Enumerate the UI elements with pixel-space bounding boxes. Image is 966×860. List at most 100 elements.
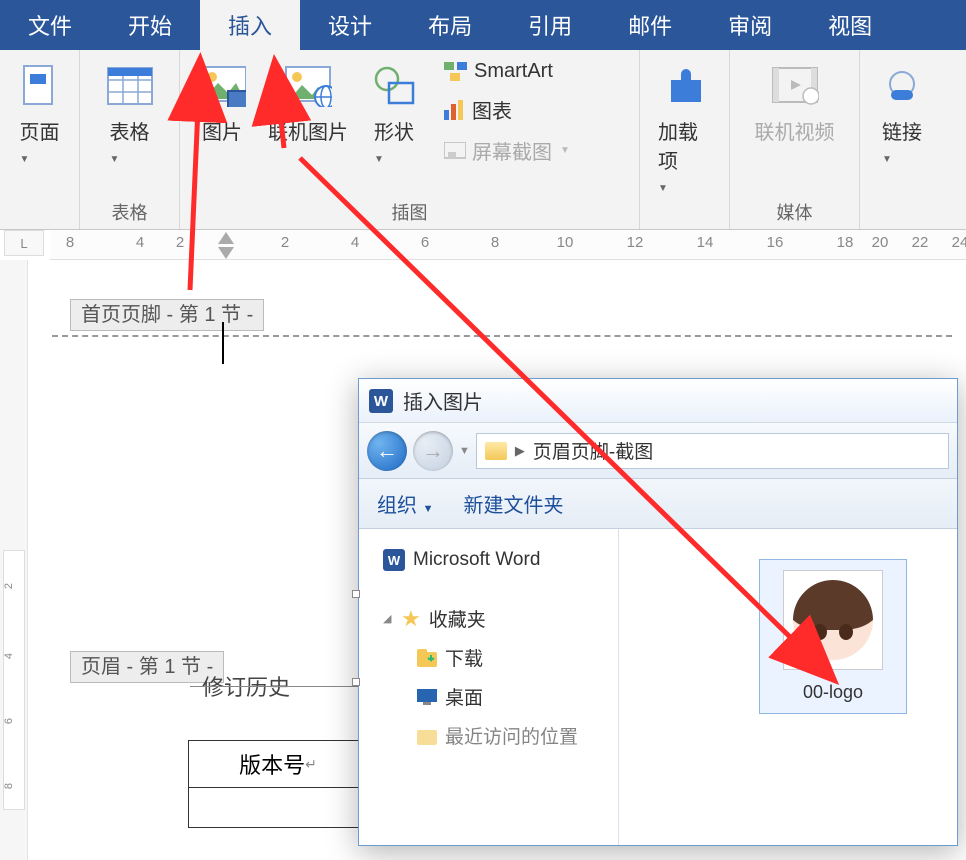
tab-file[interactable]: 文件 [0,0,100,50]
screenshot-label: 屏幕截图 [472,136,552,165]
picture-icon [198,62,246,110]
ribbon-tabs: 文件 开始 插入 设计 布局 引用 邮件 审阅 视图 [0,0,966,50]
ruler-tick: 8 [491,234,499,251]
ruler-tick: 10 [557,234,574,251]
screenshot-button[interactable]: 屏幕截图 ▼ [440,134,574,167]
file-name-label: 00-logo [770,682,896,703]
tree-item-downloads[interactable]: 下载 [403,638,608,677]
resize-handle-icon [352,590,360,598]
dropdown-arrow-icon: ▼ [110,154,120,165]
video-icon [771,62,819,110]
vruler-tick: 4 [3,653,15,659]
shapes-label: 形状 [374,122,414,144]
shapes-button[interactable]: 形状 ▼ [364,58,424,172]
indent-marker-icon[interactable] [218,247,234,259]
tab-review[interactable]: 审阅 [700,0,800,50]
vruler-tick: 6 [3,718,15,724]
tab-home[interactable]: 开始 [100,0,200,50]
tree-label: 最近访问的位置 [445,722,578,749]
dialog-resize-handle[interactable] [352,590,362,840]
nav-back-button[interactable]: ← [367,431,407,471]
folder-tree[interactable]: W Microsoft Word ◢ ★ 收藏夹 下载 桌面 [359,529,619,845]
ruler-tick: 22 [912,234,929,251]
version-cell: 版本号 [239,748,305,780]
ruler-tick: 20 [872,234,889,251]
tab-mailings[interactable]: 邮件 [600,0,700,50]
vruler-tick: 2 [3,583,15,589]
dropdown-arrow-icon: ▼ [560,145,570,156]
pictures-button[interactable]: 图片 [192,58,252,149]
resize-handle-icon [352,678,360,686]
word-icon: W [383,549,405,571]
tree-item-recent[interactable]: 最近访问的位置 [403,716,608,755]
tab-insert[interactable]: 插入 [200,0,300,50]
vertical-ruler[interactable]: 2 4 6 8 [0,260,28,860]
illustrations-group-label: 插图 [192,193,627,225]
links-button[interactable]: 链接▼ [872,58,932,172]
dialog-titlebar[interactable]: W 插入图片 [359,379,957,423]
chart-icon [444,100,466,120]
new-folder-button[interactable]: 新建文件夹 [463,489,563,518]
tab-design[interactable]: 设计 [300,0,400,50]
desktop-icon [417,689,437,705]
ruler-tick: 6 [421,234,429,251]
online-pictures-label: 联机图片 [268,116,348,145]
tab-view[interactable]: 视图 [800,0,900,50]
dropdown-arrow-icon: ▼ [374,154,384,165]
online-picture-icon [284,62,332,110]
tab-layout[interactable]: 布局 [400,0,500,50]
dropdown-arrow-icon[interactable]: ▼ [459,445,470,457]
nav-forward-button[interactable]: → [413,431,453,471]
tables-group-label: 表格 [92,193,167,225]
tree-item-favorites[interactable]: ◢ ★ 收藏夹 [369,599,608,638]
media-group-label: 媒体 [742,193,847,225]
ruler-tick: 2 [281,234,289,251]
addins-button[interactable]: 加载项▼ [652,58,717,201]
dropdown-arrow-icon: ▼ [658,183,668,194]
ribbon-body: 页面▼ 表格▼ 表格 图片 [0,50,966,230]
arrow-left-icon: ← [376,438,398,464]
dialog-nav-bar: ← → ▼ ▶ 页眉页脚-截图 [359,423,957,479]
ruler-tick: 12 [627,234,644,251]
ruler-tick: 2 [176,234,184,251]
tab-references[interactable]: 引用 [500,0,600,50]
tree-label: 下载 [445,644,483,671]
pages-button[interactable]: 页面▼ [10,58,70,172]
ruler-tick: 8 [66,234,74,251]
file-item-logo[interactable]: 00-logo [759,559,907,714]
addins-icon [661,62,709,110]
breadcrumb-bar[interactable]: ▶ 页眉页脚-截图 [476,433,949,469]
avatar-image-icon [793,580,873,660]
vruler-tick: 8 [3,783,15,789]
tree-item-msword[interactable]: W Microsoft Word [369,543,608,577]
online-video-button[interactable]: 联机视频 [749,58,841,149]
word-icon: W [369,389,393,413]
cursor-position-icon [222,322,224,364]
breadcrumb-item[interactable]: 页眉页脚-截图 [533,437,653,464]
table-button[interactable]: 表格▼ [100,58,160,172]
dialog-title-text: 插入图片 [403,386,483,415]
online-pictures-button[interactable]: 联机图片 [262,58,354,149]
ruler-tick: 24 [952,234,966,251]
chart-button[interactable]: 图表 [440,93,574,126]
pictures-label: 图片 [202,116,242,145]
ruler-tick: 4 [351,234,359,251]
tree-item-desktop[interactable]: 桌面 [403,677,608,716]
table-icon [106,62,154,110]
insert-picture-dialog: W 插入图片 ← → ▼ ▶ 页眉页脚-截图 组织 ▼ 新建文件夹 W Micr… [358,378,958,846]
indent-marker-icon[interactable] [218,232,234,244]
smartart-button[interactable]: SmartArt [440,58,574,85]
footer-section-label: 首页页脚 - 第 1 节 - [70,299,264,331]
horizontal-ruler[interactable]: L 8 4 2 2 4 6 8 10 12 14 16 18 20 22 24 [0,230,966,260]
file-list[interactable]: 00-logo [619,529,957,845]
ruler-tick: 4 [136,234,144,251]
ruler-tick: 14 [697,234,714,251]
breadcrumb-sep-icon: ▶ [515,443,525,459]
online-video-label: 联机视频 [755,116,835,145]
organize-button[interactable]: 组织 ▼ [377,489,433,518]
shapes-icon [370,62,418,110]
pages-label: 页面 [20,122,60,144]
screenshot-icon [444,142,466,160]
ruler-tick: 16 [767,234,784,251]
tree-label: 收藏夹 [429,605,486,632]
